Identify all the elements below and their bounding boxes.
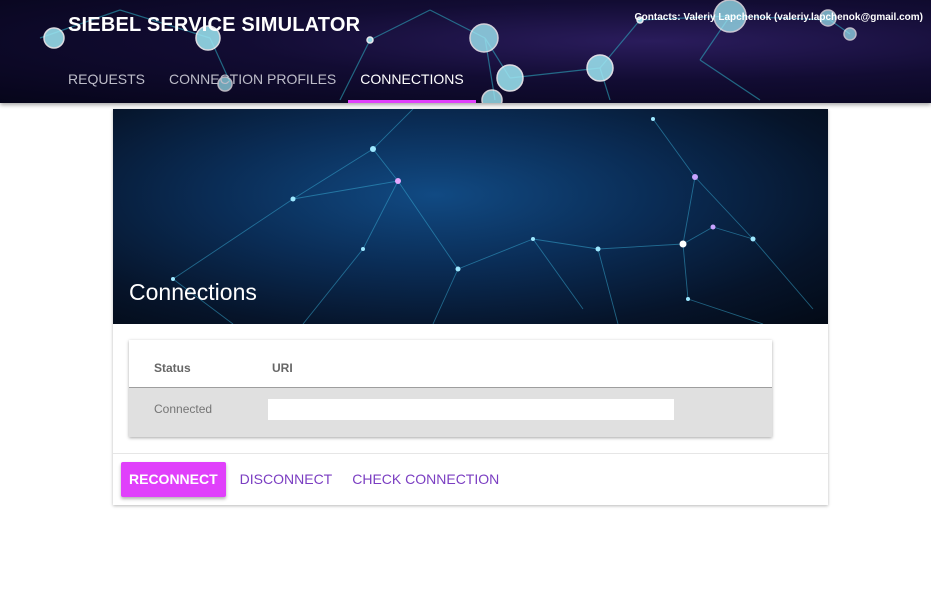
contacts-text: Contacts: Valeriy Lapchenok (valeriy.lap…	[634, 12, 923, 23]
connections-table: Status URI Connected	[129, 340, 772, 437]
app-title: SIEBEL SERVICE SIMULATOR	[68, 14, 361, 36]
nav-tabs: REQUESTS CONNECTION PROFILES CONNECTIONS	[56, 62, 476, 103]
table-header: Status URI	[129, 340, 772, 388]
page-title: Connections	[129, 279, 257, 305]
reconnect-button[interactable]: RECONNECT	[121, 462, 226, 497]
connections-card: Connections Status URI Connected RECONNE…	[113, 109, 828, 505]
card-actions: RECONNECT DISCONNECT CHECK CONNECTION	[121, 462, 511, 497]
column-header-uri: URI	[272, 361, 293, 375]
uri-input[interactable]	[268, 399, 674, 420]
tab-requests[interactable]: REQUESTS	[56, 62, 157, 103]
table-row: Connected	[129, 388, 772, 437]
tab-connection-profiles[interactable]: CONNECTION PROFILES	[157, 62, 348, 103]
disconnect-button[interactable]: DISCONNECT	[232, 462, 341, 497]
card-hero-image: Connections	[113, 109, 828, 324]
actions-divider	[113, 453, 828, 454]
tab-connections[interactable]: CONNECTIONS	[348, 62, 476, 103]
app-header: SIEBEL SERVICE SIMULATOR Contacts: Valer…	[0, 0, 931, 103]
column-header-status: Status	[154, 361, 191, 375]
connection-status-cell: Connected	[154, 402, 213, 416]
check-connection-button[interactable]: CHECK CONNECTION	[344, 462, 507, 497]
